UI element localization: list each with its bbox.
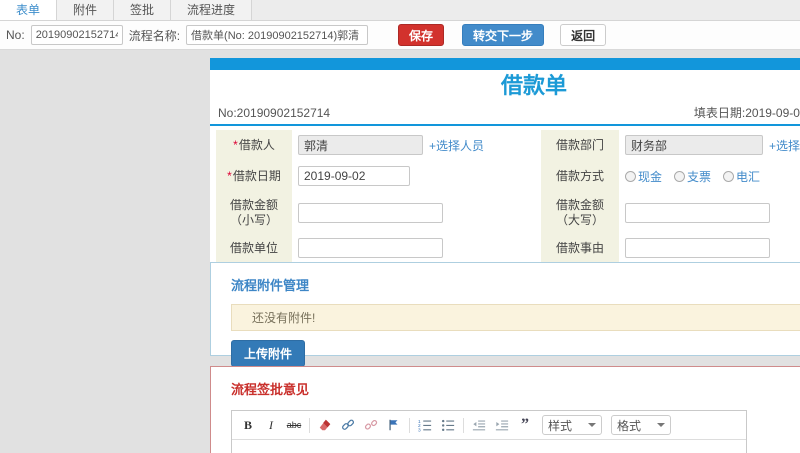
column-spacer bbox=[527, 160, 541, 192]
process-name-label: 流程名称: bbox=[128, 28, 181, 43]
radio-cheque[interactable]: 支票 bbox=[674, 168, 711, 185]
no-input[interactable] bbox=[30, 25, 123, 45]
editor-content-area[interactable] bbox=[232, 440, 746, 453]
required-mark: * bbox=[233, 137, 238, 152]
loan-method-label: 借款方式 bbox=[541, 160, 619, 192]
toolbar-separator bbox=[463, 417, 464, 433]
no-attachments-alert: 还没有附件! bbox=[231, 304, 800, 331]
loan-date-input[interactable] bbox=[298, 166, 410, 186]
forward-next-step-button[interactable]: 转交下一步 bbox=[462, 24, 545, 46]
loan-date-label: *借款日期 bbox=[216, 160, 292, 192]
form-date-text: 填表日期:2019-09-02 15:27:1 bbox=[693, 106, 800, 120]
approval-panel: 流程签批意见 B I abc 1 2 3 ” 样式 格式 bbox=[210, 366, 800, 453]
italic-icon[interactable]: I bbox=[263, 417, 279, 433]
loan-unit-input[interactable] bbox=[298, 238, 443, 258]
borrower-field: +选择人员 bbox=[292, 130, 527, 160]
department-field: +选择部门 bbox=[619, 130, 800, 160]
radio-icon[interactable] bbox=[674, 170, 686, 182]
ordered-list-icon[interactable]: 123 bbox=[417, 417, 433, 433]
amount-lowercase-field bbox=[292, 192, 527, 234]
editor-toolbar: B I abc 123 ” 样式 格式 bbox=[232, 411, 746, 440]
radio-icon[interactable] bbox=[723, 170, 735, 182]
column-spacer bbox=[527, 130, 541, 160]
borrower-input[interactable] bbox=[298, 135, 423, 155]
form-meta-row: No:20190902152714 填表日期:2019-09-02 15:27:… bbox=[210, 100, 800, 126]
loan-reason-label: 借款事由 bbox=[541, 234, 619, 262]
panel-header-strip bbox=[210, 58, 800, 70]
unlink-icon[interactable] bbox=[363, 417, 379, 433]
tab-form[interactable]: 表单 bbox=[0, 0, 58, 20]
radio-icon[interactable] bbox=[625, 170, 636, 182]
tab-bar: 表单 附件 签批 流程进度 bbox=[0, 0, 800, 21]
amount-lowercase-input[interactable] bbox=[298, 203, 443, 223]
unordered-list-icon[interactable] bbox=[440, 417, 456, 433]
radio-cash[interactable]: 现金 bbox=[625, 168, 662, 185]
no-label: No: bbox=[6, 28, 25, 42]
chevron-down-icon bbox=[588, 423, 596, 427]
approval-heading: 流程签批意见 bbox=[231, 382, 310, 397]
column-spacer bbox=[527, 234, 541, 262]
amount-uppercase-input[interactable] bbox=[625, 203, 770, 223]
amount-uppercase-field bbox=[619, 192, 800, 234]
content-area: 借款单 No:20190902152714 填表日期:2019-09-02 15… bbox=[0, 50, 800, 453]
strikethrough-icon[interactable]: abc bbox=[286, 417, 302, 433]
attachments-heading: 流程附件管理 bbox=[231, 278, 310, 293]
bold-icon[interactable]: B bbox=[240, 417, 256, 433]
indent-icon[interactable] bbox=[494, 417, 510, 433]
upload-attachment-button[interactable]: 上传附件 bbox=[231, 340, 306, 367]
remove-format-icon[interactable] bbox=[317, 417, 333, 433]
toolbar-separator bbox=[409, 417, 410, 433]
required-mark: * bbox=[227, 168, 232, 183]
loan-unit-label: 借款单位 bbox=[216, 234, 292, 262]
tab-signoff[interactable]: 签批 bbox=[114, 0, 172, 20]
rich-text-editor: B I abc 123 ” 样式 格式 bbox=[231, 410, 747, 453]
column-spacer bbox=[527, 192, 541, 234]
back-button[interactable]: 返回 bbox=[560, 24, 607, 46]
form-no-text: No:20190902152714 bbox=[218, 106, 331, 120]
loan-unit-field bbox=[292, 234, 527, 262]
chevron-down-icon bbox=[657, 423, 665, 427]
borrower-label: *借款人 bbox=[216, 130, 292, 160]
select-person-link[interactable]: +选择人员 bbox=[429, 137, 484, 154]
link-icon[interactable] bbox=[340, 417, 356, 433]
department-label: 借款部门 bbox=[541, 130, 619, 160]
department-input[interactable] bbox=[625, 135, 763, 155]
radio-wire[interactable]: 电汇 bbox=[723, 168, 760, 185]
style-dropdown[interactable]: 样式 bbox=[542, 415, 602, 435]
loan-reason-field bbox=[619, 234, 800, 262]
loan-date-field bbox=[292, 160, 527, 192]
select-department-link[interactable]: +选择部门 bbox=[769, 137, 800, 154]
amount-lowercase-label: 借款金额（小写） bbox=[216, 192, 292, 234]
save-button[interactable]: 保存 bbox=[398, 24, 445, 46]
process-name-input[interactable] bbox=[186, 25, 369, 45]
flag-anchor-icon[interactable] bbox=[386, 417, 402, 433]
format-dropdown[interactable]: 格式 bbox=[611, 415, 671, 435]
tab-attachments[interactable]: 附件 bbox=[57, 0, 115, 20]
blockquote-icon[interactable]: ” bbox=[517, 416, 533, 433]
svg-text:3: 3 bbox=[418, 428, 421, 432]
form-grid: *借款人 +选择人员 借款部门 +选择部门 *借款日期 bbox=[210, 126, 800, 268]
loan-form-panel: 借款单 No:20190902152714 填表日期:2019-09-02 15… bbox=[210, 58, 800, 271]
outdent-icon[interactable] bbox=[471, 417, 487, 433]
loan-reason-input[interactable] bbox=[625, 238, 770, 258]
loan-method-field: 现金 支票 电汇 bbox=[619, 160, 800, 192]
tab-progress[interactable]: 流程进度 bbox=[171, 0, 253, 20]
action-toolbar: No: 流程名称: 保存 转交下一步 返回 bbox=[0, 21, 800, 50]
attachments-panel: 流程附件管理 还没有附件! 上传附件 bbox=[210, 262, 800, 367]
toolbar-separator bbox=[309, 417, 310, 433]
amount-uppercase-label: 借款金额（大写） bbox=[541, 192, 619, 234]
form-title: 借款单 bbox=[500, 73, 567, 98]
